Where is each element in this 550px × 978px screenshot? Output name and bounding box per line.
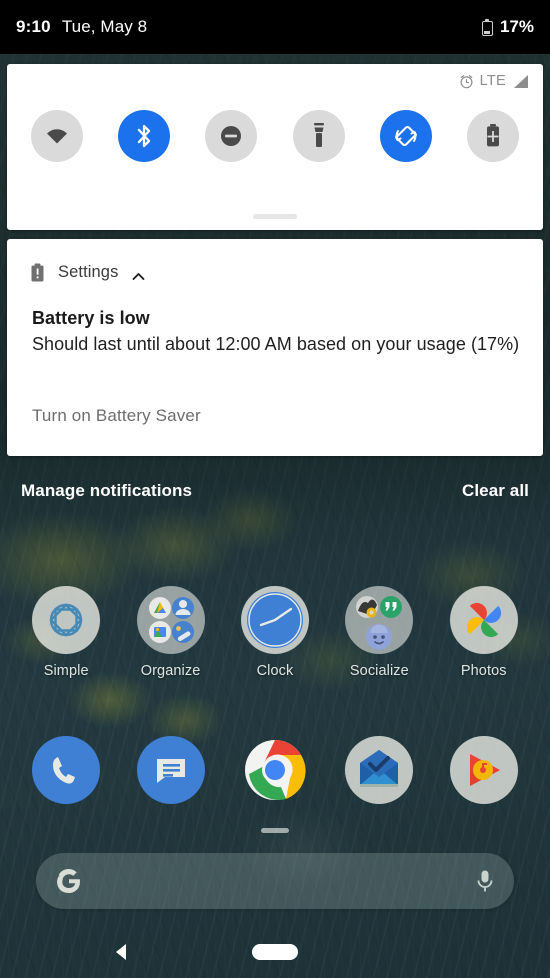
status-bar-right: 17% xyxy=(481,17,534,37)
dock-row: Phone Messages xyxy=(0,736,550,829)
notification-app-name: Settings xyxy=(58,263,119,281)
navigation-bar xyxy=(0,928,550,978)
dock-app-messages[interactable]: Messages xyxy=(127,736,215,829)
status-bar: 9:10 Tue, May 8 17% xyxy=(0,0,550,54)
chevron-up-icon[interactable] xyxy=(132,268,145,280)
notification-text: Should last until about 12:00 AM based o… xyxy=(32,334,520,354)
google-g-icon xyxy=(56,868,82,894)
battery-percent: 17% xyxy=(499,17,534,36)
clear-all-button[interactable]: Clear all xyxy=(462,481,529,501)
dock-app-phone[interactable]: Phone xyxy=(22,736,110,829)
socialize-folder-icon xyxy=(345,586,414,654)
network-type-label: LTE xyxy=(479,73,506,89)
dock-app-play-music[interactable]: Play Music xyxy=(440,736,528,829)
phone-icon xyxy=(32,736,101,804)
signal-bars-icon xyxy=(512,74,529,89)
app-photos[interactable]: Photos xyxy=(440,586,528,679)
quick-settings-drag-handle[interactable] xyxy=(253,214,297,219)
app-simple[interactable]: Simple xyxy=(22,586,110,679)
app-clock[interactable]: Clock xyxy=(231,586,319,679)
qs-status-icons: LTE xyxy=(459,73,529,89)
notification-body: Battery is low Should last until about 1… xyxy=(32,305,525,357)
status-bar-left: 9:10 Tue, May 8 xyxy=(16,17,147,37)
play-music-icon xyxy=(449,736,518,804)
quick-settings-tiles xyxy=(7,110,543,162)
qs-tile-do-not-disturb[interactable] xyxy=(205,110,258,162)
dock-app-chrome[interactable]: Chrome xyxy=(231,736,319,829)
simple-knot-icon xyxy=(32,586,101,654)
qs-tile-auto-rotate[interactable] xyxy=(379,110,432,162)
google-search-bar[interactable] xyxy=(36,853,514,909)
app-label: Clock xyxy=(256,663,294,679)
qs-tile-flashlight[interactable] xyxy=(292,110,345,162)
qs-tile-wifi[interactable] xyxy=(30,110,83,162)
organize-folder-icon xyxy=(136,586,205,654)
app-label: Socialize xyxy=(349,663,409,679)
home-pill-icon[interactable] xyxy=(252,944,298,960)
turn-on-battery-saver-button[interactable]: Turn on Battery Saver xyxy=(32,406,201,426)
battery-alert-icon xyxy=(29,263,46,282)
app-socialize[interactable]: Socialize xyxy=(335,586,423,679)
notification-title: Battery is low xyxy=(32,308,150,328)
alarm-clock-icon xyxy=(459,74,474,89)
notification-header[interactable]: Settings xyxy=(29,263,145,282)
status-date: Tue, May 8 xyxy=(61,17,148,36)
back-triangle-icon[interactable] xyxy=(110,940,134,964)
shade-action-row: Manage notifications Clear all xyxy=(0,477,550,505)
google-photos-icon xyxy=(449,586,518,654)
qs-tile-battery-saver[interactable] xyxy=(467,110,520,162)
qs-tile-bluetooth[interactable] xyxy=(117,110,170,162)
app-label: Photos xyxy=(460,663,507,679)
manage-notifications-button[interactable]: Manage notifications xyxy=(21,481,192,501)
app-label: Simple xyxy=(43,663,89,679)
status-time: 9:10 xyxy=(16,17,51,36)
inbox-envelope-icon xyxy=(345,736,414,804)
chrome-icon xyxy=(241,736,309,804)
dock-app-inbox[interactable]: Inbox xyxy=(335,736,423,829)
app-organize[interactable]: Organize xyxy=(127,586,215,679)
notification-card[interactable]: Settings Battery is low Should last unti… xyxy=(7,239,543,456)
messages-icon xyxy=(136,736,205,804)
battery-low-icon xyxy=(481,18,493,36)
app-label: Organize xyxy=(140,663,201,679)
microphone-icon[interactable] xyxy=(476,869,494,894)
clock-icon xyxy=(240,586,309,654)
app-row-1: Simple Organize Clock Socialize Photos xyxy=(0,586,550,679)
quick-settings-panel: LTE xyxy=(7,64,543,230)
